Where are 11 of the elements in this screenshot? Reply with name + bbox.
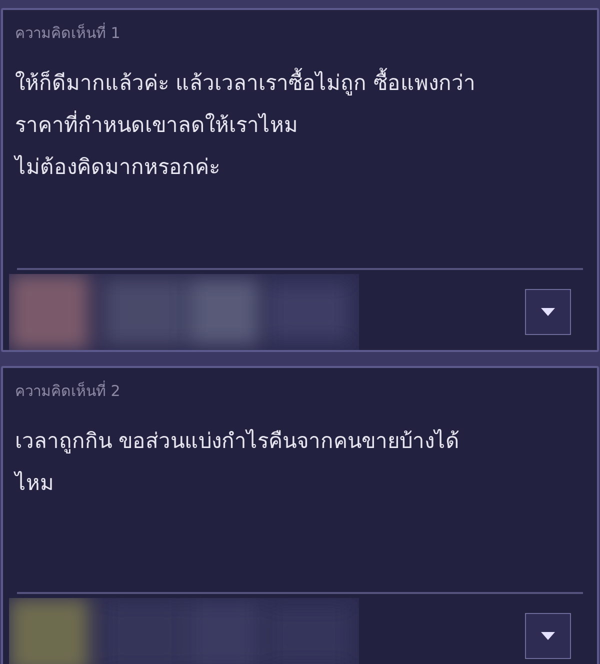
comment-text: ราคาที่กำหนดเขาลดให้เราไหม xyxy=(15,104,585,146)
caret-icon xyxy=(541,632,555,640)
comment-text: ไหม xyxy=(15,470,55,497)
comment-number: ความคิดเห็นที่ 1 xyxy=(15,22,122,44)
caret-icon xyxy=(541,308,555,316)
comment-text: เวลาถูกกิน ขอส่วนแบ่งกำไรคืนจากคนขายบ้างได้ xyxy=(15,428,461,456)
dropdown-button[interactable] xyxy=(525,289,571,335)
dropdown-button[interactable] xyxy=(525,613,571,659)
comment-number: ความคิดเห็นที่ 2 xyxy=(15,380,122,402)
comment-text: ให้ก็ดีมากแล้วค่ะ แล้วเวลาเราซื้อไม่ถูก ซื้อแพงกว่า xyxy=(15,62,585,104)
comment-text: ไม่ต้องคิดมากหรอกค่ะ xyxy=(15,154,221,181)
